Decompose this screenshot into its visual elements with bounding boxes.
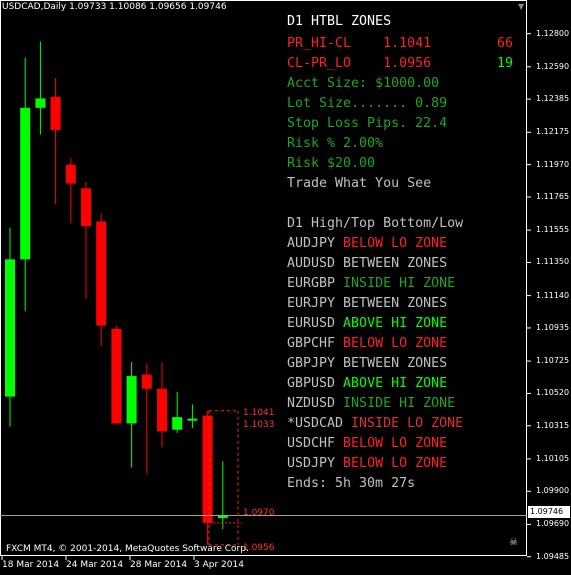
x-tick-label: 24 Mar 2014 — [66, 560, 124, 570]
pair-symbol: USDJPY — [287, 456, 344, 471]
pair-row: USDJPY BELOW LO ZONE — [287, 454, 447, 474]
chart-header: USDCAD,Daily 1.09733 1.10086 1.09656 1.0… — [2, 2, 227, 12]
candle-body — [172, 417, 183, 430]
pair-status: INSIDE LO ZONE — [351, 416, 464, 431]
pair-symbol: EURUSD — [287, 316, 344, 331]
y-tick-label: 1.10315 — [536, 420, 570, 430]
pair-row: AUDJPY BELOW LO ZONE — [287, 234, 447, 254]
candle-body — [65, 164, 76, 184]
pair-symbol: GBPCHF — [287, 336, 344, 351]
level-hi2-label: 1.1033 — [243, 420, 275, 430]
x-tick-label: 28 Mar 2014 — [130, 560, 188, 570]
pair-symbol: USDCHF — [287, 436, 344, 451]
candle-body — [157, 388, 167, 432]
pair-row: *USDCAD INSIDE LO ZONE — [287, 414, 463, 434]
pair-status: INSIDE HI ZONE — [343, 276, 456, 291]
candle-body — [202, 415, 213, 523]
candle-body — [20, 107, 31, 260]
lot-size: Lot Size....... 0.89 — [287, 96, 448, 111]
acct-size: Acct Size: $1000.00 — [287, 76, 440, 91]
pair-row: AUDUSD BETWEEN ZONES — [287, 254, 447, 274]
pair-status: BETWEEN ZONES — [343, 296, 448, 311]
price-chart[interactable] — [0, 0, 571, 575]
cl-pr-lo-row: CL-PR_LO 1.0956 — [287, 54, 431, 74]
pair-row: GBPUSD ABOVE HI ZONE — [287, 374, 447, 394]
collapse-triangle-icon[interactable]: ▼ — [518, 2, 524, 11]
level-hi1-label: 1.1041 — [243, 408, 275, 418]
skull-icon: ☠ — [509, 537, 518, 548]
y-tick-label: 1.11970 — [536, 159, 570, 169]
candle-body — [50, 96, 61, 130]
y-tick-label: 1.09485 — [536, 551, 570, 561]
level-close-label: 1.0970 — [243, 508, 275, 518]
pr-hi-cl-value: 1.1041 — [383, 36, 432, 51]
pair-symbol: *USDCAD — [287, 416, 352, 431]
pair-status: INSIDE HI ZONE — [343, 396, 456, 411]
candle-body — [111, 328, 122, 424]
ends-timer: Ends: 5h 30m 27s — [287, 476, 416, 491]
y-tick-label: 1.12385 — [536, 94, 570, 104]
pair-status: BELOW LO ZONE — [343, 336, 448, 351]
risk-usd: Risk $20.00 — [287, 156, 376, 171]
cl-pr-lo-value: 1.0956 — [383, 56, 432, 71]
y-tick-label: 1.11555 — [536, 225, 570, 235]
candle-body — [126, 376, 137, 424]
y-tick-label: 1.10520 — [536, 388, 570, 398]
pair-row: EURJPY BETWEEN ZONES — [287, 294, 447, 314]
candle-body — [96, 221, 107, 326]
pair-status: BELOW LO ZONE — [343, 456, 448, 471]
zones-subtitle: D1 High/Top Bottom/Low — [287, 216, 464, 231]
y-tick-label: 1.11140 — [536, 290, 570, 300]
y-tick-label: 1.12175 — [536, 127, 570, 137]
cl-pr-lo-label: CL-PR_LO — [287, 56, 352, 71]
pair-symbol: AUDJPY — [287, 236, 344, 251]
pair-row: GBPJPY BETWEEN ZONES — [287, 354, 447, 374]
pair-symbol: GBPUSD — [287, 376, 344, 391]
candle-body — [187, 418, 198, 421]
pr-hi-cl-label: PR_HI-CL — [287, 36, 352, 51]
candle-body — [35, 98, 46, 108]
cl-pr-lo-count: 19 — [497, 56, 514, 71]
risk-pct: Risk % 2.00% — [287, 136, 384, 151]
pr-hi-cl-count: 66 — [497, 36, 514, 51]
pair-status: ABOVE HI ZONE — [343, 316, 448, 331]
y-tick-label: 1.10105 — [536, 453, 570, 463]
pair-status: BELOW LO ZONE — [343, 236, 448, 251]
pair-symbol: NZDUSD — [287, 396, 344, 411]
y-tick-label: 1.11350 — [536, 257, 570, 267]
copyright: FXCM MT4, © 2001-2014, MetaQuotes Softwa… — [6, 544, 249, 554]
pair-row: NZDUSD INSIDE HI ZONE — [287, 394, 455, 414]
y-tick-label: 1.10725 — [536, 356, 570, 366]
pair-symbol: EURGBP — [287, 276, 344, 291]
pair-status: BETWEEN ZONES — [343, 356, 448, 371]
y-tick-label: 1.12590 — [536, 61, 570, 71]
candle-body — [141, 374, 152, 389]
y-tick-label: 1.10935 — [536, 322, 570, 332]
pair-status: ABOVE HI ZONE — [343, 376, 448, 391]
candle-body — [81, 188, 91, 227]
pair-symbol: EURJPY — [287, 296, 344, 311]
y-tick-label: 1.09690 — [536, 519, 570, 529]
pair-row: EURGBP INSIDE HI ZONE — [287, 274, 455, 294]
candle-body — [5, 259, 15, 397]
current-price-tag: 1.09746 — [528, 506, 570, 518]
y-tick-label: 1.09900 — [536, 486, 570, 496]
x-tick-label: 18 Mar 2014 — [2, 560, 60, 570]
y-tick-label: 1.11765 — [536, 191, 570, 201]
panel-title: D1 HTBL ZONES — [287, 14, 392, 29]
x-tick-label: 3 Apr 2014 — [194, 560, 244, 570]
pair-row: GBPCHF BELOW LO ZONE — [287, 334, 447, 354]
pr-hi-cl-row: PR_HI-CL 1.1041 — [287, 34, 431, 54]
motto: Trade What You See — [287, 176, 432, 191]
y-tick-label: 1.12800 — [536, 28, 570, 38]
pair-row: USDCHF BELOW LO ZONE — [287, 434, 447, 454]
pair-row: EURUSD ABOVE HI ZONE — [287, 314, 447, 334]
pair-symbol: GBPJPY — [287, 356, 344, 371]
pair-symbol: AUDUSD — [287, 256, 344, 271]
stop-loss: Stop Loss Pips. 22.4 — [287, 116, 448, 131]
pair-status: BETWEEN ZONES — [343, 256, 448, 271]
pair-status: BELOW LO ZONE — [343, 436, 448, 451]
